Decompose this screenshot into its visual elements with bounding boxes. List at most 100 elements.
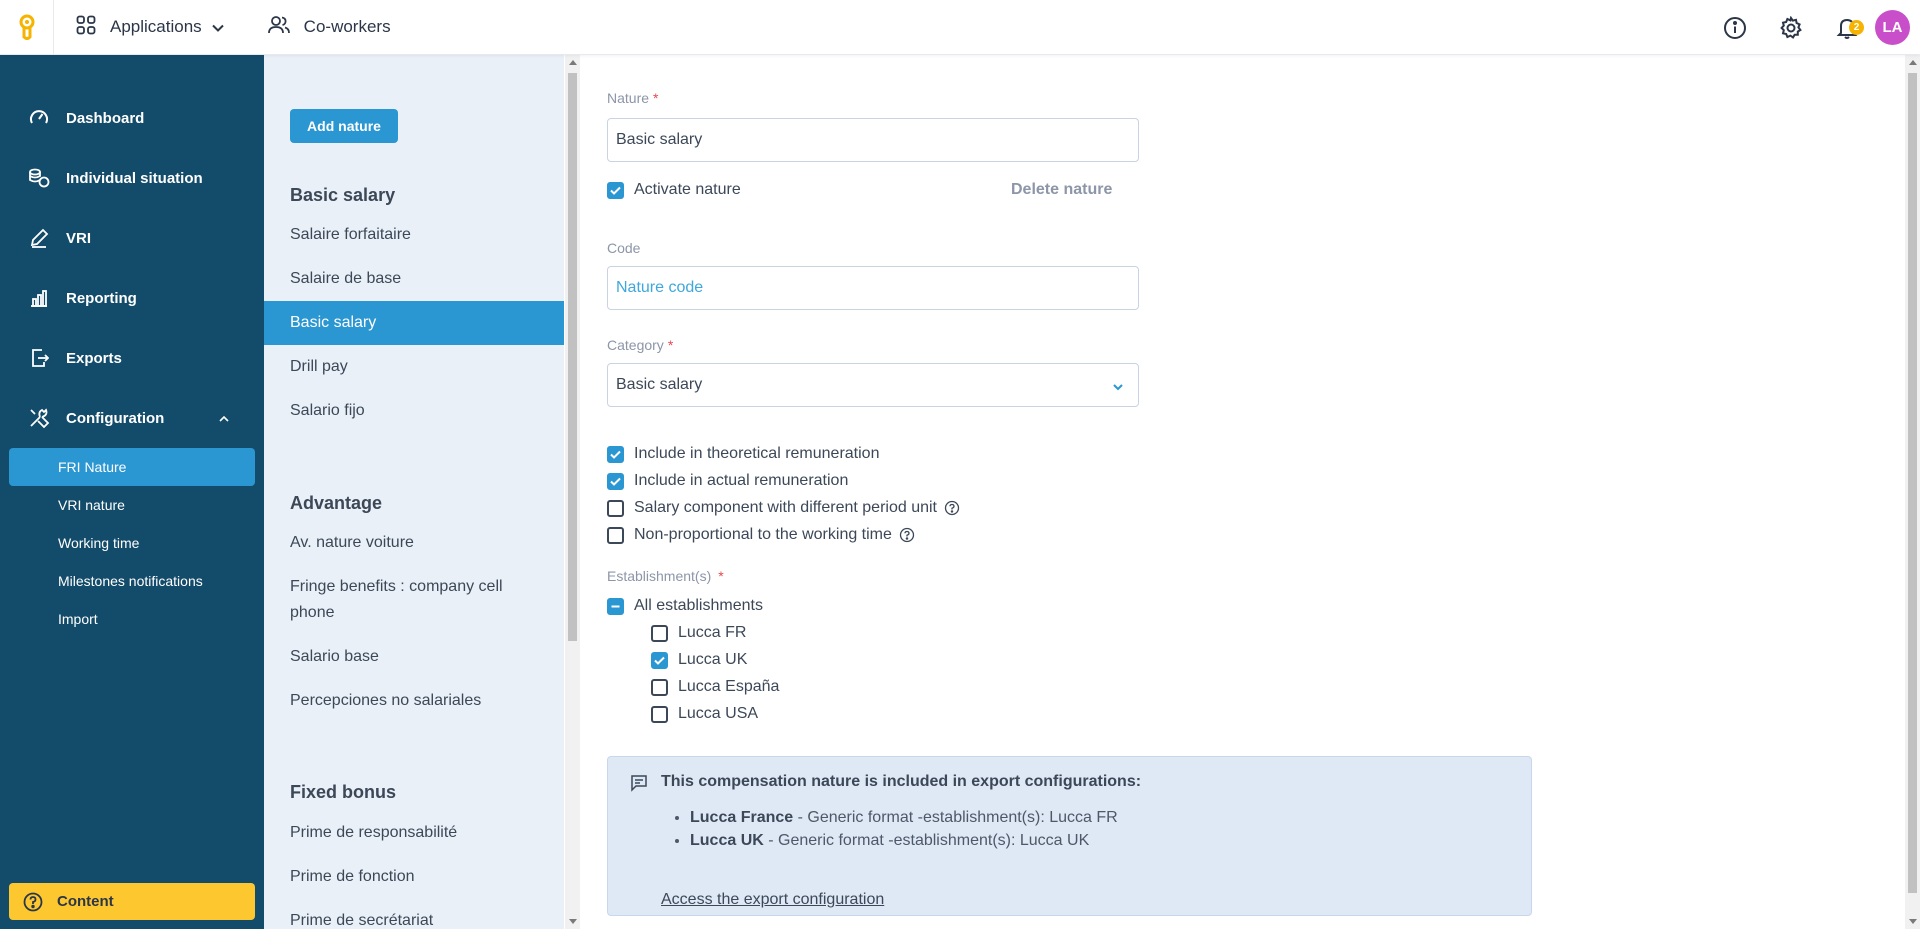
activate-nature-label: Activate nature bbox=[634, 181, 741, 198]
list-item[interactable]: Salaire forfaitaire bbox=[264, 222, 564, 248]
scroll-up-arrow-icon[interactable] bbox=[1909, 60, 1917, 65]
establishments-label: Establishment(s) * bbox=[607, 568, 724, 584]
sidebar-item-label: VRI bbox=[66, 229, 92, 247]
top-bar: Applications Co-workers 2 LA bbox=[0, 0, 1920, 55]
user-avatar[interactable]: LA bbox=[1875, 10, 1910, 45]
group-title-fixed-bonus: Fixed bonus bbox=[290, 782, 397, 802]
non-proportional-checkbox[interactable]: Non-proportional to the working time bbox=[607, 526, 915, 544]
nature-name-input[interactable]: Basic salary bbox=[607, 118, 1139, 162]
establishment-checkbox-lucca-espana[interactable]: Lucca España bbox=[651, 678, 779, 696]
include-theoretical-checkbox[interactable]: Include in theoretical remuneration bbox=[607, 445, 879, 463]
sidebar-item-label: Configuration bbox=[66, 409, 165, 427]
applications-label: Applications bbox=[110, 17, 202, 36]
different-period-unit-checkbox[interactable]: Salary component with different period u… bbox=[607, 499, 960, 517]
nature-code-input[interactable]: Nature code bbox=[607, 266, 1139, 310]
lucca-logo-icon[interactable] bbox=[0, 0, 54, 55]
all-establishments-checkbox[interactable]: All establishments bbox=[607, 597, 763, 615]
list-item[interactable]: Salario fijo bbox=[264, 398, 564, 424]
include-actual-checkbox[interactable]: Include in actual remuneration bbox=[607, 472, 848, 490]
nature-label: Nature * bbox=[607, 90, 659, 106]
add-nature-button[interactable]: Add nature bbox=[290, 109, 398, 143]
export-config-item: Lucca France - Generic format -establish… bbox=[690, 809, 1118, 827]
checkbox-checked-icon bbox=[607, 181, 624, 199]
sidebar-item-configuration[interactable]: Configuration bbox=[0, 388, 264, 448]
applications-menu[interactable]: Applications bbox=[76, 15, 224, 40]
scroll-down-arrow-icon[interactable] bbox=[569, 919, 577, 924]
sidebar-item-dashboard[interactable]: Dashboard bbox=[0, 88, 264, 148]
content-button[interactable]: Content bbox=[9, 883, 255, 920]
list-item[interactable]: Prime de fonction bbox=[264, 864, 564, 890]
coworkers-label: Co-workers bbox=[303, 17, 391, 36]
option-label: Include in actual remuneration bbox=[634, 472, 849, 489]
sidebar-subitem-fri-nature[interactable]: FRI Nature bbox=[9, 448, 255, 486]
nature-form: Nature * Basic salary Activate nature Del… bbox=[580, 55, 1905, 929]
gear-icon[interactable] bbox=[1763, 0, 1819, 55]
sidebar-item-label: Dashboard bbox=[66, 109, 145, 127]
scroll-down-arrow-icon[interactable] bbox=[1909, 919, 1917, 924]
group-title-basic-salary: Basic salary bbox=[290, 185, 396, 205]
checkbox-unchecked-icon bbox=[651, 624, 668, 642]
category-select[interactable]: Basic salary bbox=[607, 363, 1139, 407]
speedometer-icon bbox=[28, 107, 50, 129]
checkbox-unchecked-icon bbox=[607, 526, 624, 544]
sidebar-subitem-milestones-notifications[interactable]: Milestones notifications bbox=[9, 562, 255, 600]
sidebar-item-label: Individual situation bbox=[66, 169, 203, 187]
scrollbar-thumb[interactable] bbox=[568, 73, 577, 641]
checkbox-unchecked-icon bbox=[651, 705, 668, 723]
option-label: Include in theoretical remuneration bbox=[634, 445, 880, 462]
nature-list-panel: Add nature Basic salary Salaire forfaita… bbox=[264, 55, 564, 929]
export-info-title: This compensation nature is included in … bbox=[661, 773, 1142, 790]
export-icon bbox=[28, 347, 50, 369]
list-item[interactable]: Percepciones no salariales bbox=[264, 688, 564, 714]
page-scrollbar[interactable] bbox=[1905, 55, 1920, 929]
checkbox-indeterminate-icon bbox=[607, 597, 624, 615]
export-info-callout: This compensation nature is included in … bbox=[607, 756, 1532, 916]
sidebar-item-label: Exports bbox=[66, 349, 122, 367]
sidebar-item-exports[interactable]: Exports bbox=[0, 328, 264, 388]
sidebar-subitem-working-time[interactable]: Working time bbox=[9, 524, 255, 562]
list-item[interactable]: Drill pay bbox=[264, 354, 564, 380]
establishment-label: Lucca FR bbox=[678, 624, 747, 641]
list-item[interactable]: Prime de secrétariat bbox=[264, 908, 564, 929]
scrollbar-thumb[interactable] bbox=[1908, 73, 1917, 893]
sidebar-item-vri[interactable]: VRI bbox=[0, 208, 264, 268]
establishment-label: Lucca USA bbox=[678, 705, 759, 722]
option-label: Non-proportional to the working time bbox=[634, 526, 892, 543]
category-label: Category * bbox=[607, 337, 674, 353]
establishment-checkbox-lucca-uk[interactable]: Lucca UK bbox=[651, 651, 747, 669]
sidebar-subitem-vri-nature[interactable]: VRI nature bbox=[9, 486, 255, 524]
help-question-icon[interactable] bbox=[944, 500, 960, 516]
list-scrollbar[interactable] bbox=[565, 55, 580, 929]
notifications-bell-icon[interactable]: 2 bbox=[1819, 0, 1875, 55]
list-item-selected[interactable]: Basic salary bbox=[264, 301, 564, 345]
activate-nature-checkbox[interactable]: Activate nature bbox=[607, 181, 741, 199]
group-title-advantage: Advantage bbox=[290, 493, 383, 513]
chevron-up-icon bbox=[219, 411, 229, 425]
pen-icon bbox=[28, 227, 50, 249]
establishment-checkbox-lucca-usa[interactable]: Lucca USA bbox=[651, 705, 758, 723]
scroll-up-arrow-icon[interactable] bbox=[569, 60, 577, 65]
establishment-checkbox-lucca-fr[interactable]: Lucca FR bbox=[651, 624, 746, 642]
sidebar-item-individual-situation[interactable]: Individual situation bbox=[0, 148, 264, 208]
help-question-icon[interactable] bbox=[899, 527, 915, 543]
code-label: Code bbox=[607, 240, 641, 256]
coworkers-link[interactable]: Co-workers bbox=[267, 15, 391, 40]
list-item[interactable]: Av. nature voiture bbox=[264, 530, 564, 556]
category-select-value: Basic salary bbox=[616, 376, 703, 393]
delete-nature-link[interactable]: Delete nature bbox=[1011, 181, 1112, 199]
info-icon[interactable] bbox=[1707, 0, 1763, 55]
list-item[interactable]: Prime de responsabilité bbox=[264, 820, 564, 846]
chevron-down-icon bbox=[211, 17, 224, 37]
checkbox-checked-icon bbox=[607, 445, 624, 463]
people-icon bbox=[267, 15, 290, 40]
sidebar-subitem-import[interactable]: Import bbox=[9, 600, 255, 638]
checkbox-checked-icon bbox=[607, 472, 624, 490]
list-item[interactable]: Fringe benefits : company cell phone bbox=[264, 574, 514, 626]
list-item[interactable]: Salaire de base bbox=[264, 266, 564, 292]
checkbox-unchecked-icon bbox=[607, 499, 624, 517]
access-export-configuration-link[interactable]: Access the export configuration bbox=[661, 891, 884, 909]
sidebar: Dashboard Individual situation VRI Repor… bbox=[0, 55, 264, 929]
sidebar-item-reporting[interactable]: Reporting bbox=[0, 268, 264, 328]
list-item[interactable]: Salario base bbox=[264, 644, 564, 670]
question-circle-icon bbox=[23, 892, 43, 912]
